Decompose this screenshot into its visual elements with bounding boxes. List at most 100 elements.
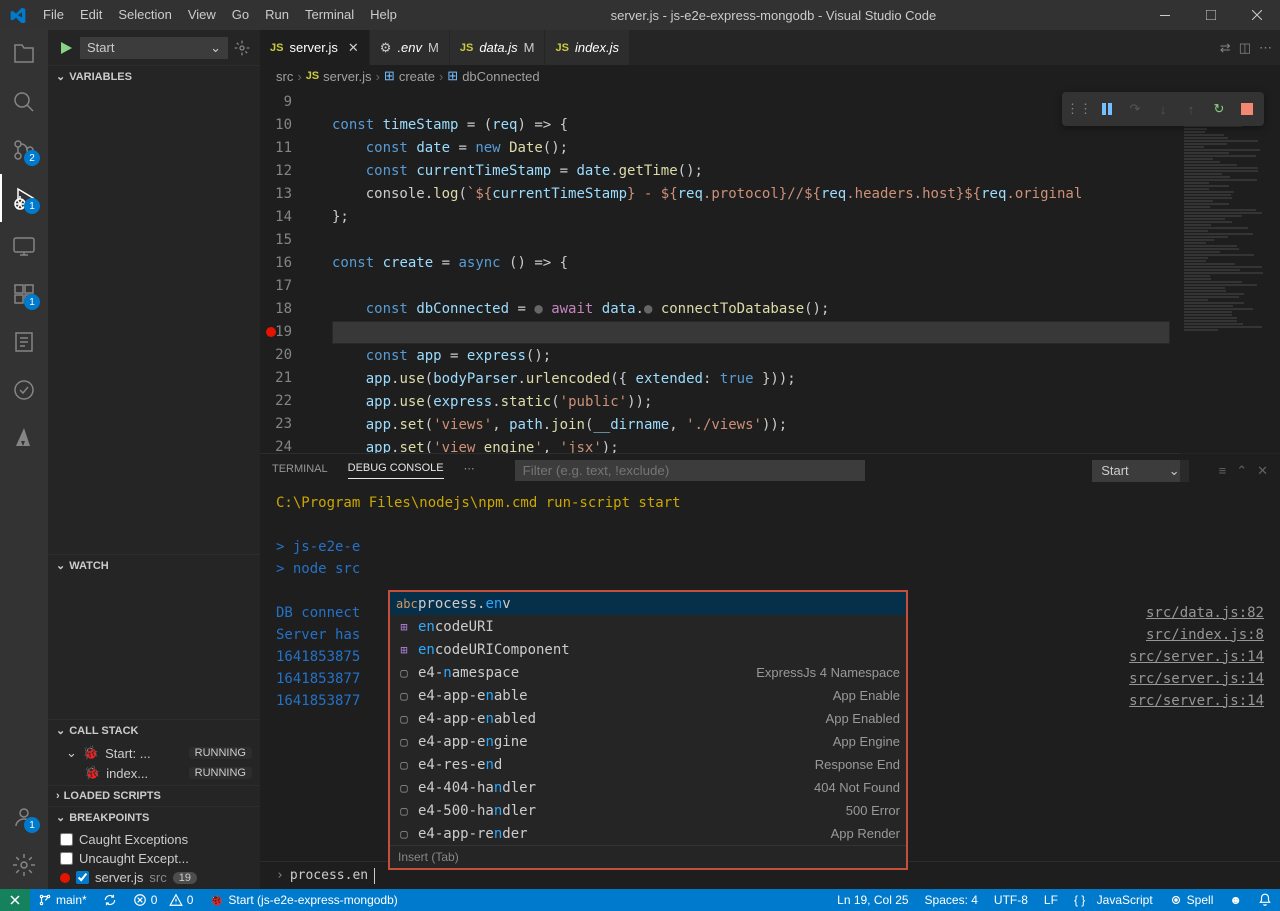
breakpoint-uncaught-exceptions[interactable]: Uncaught Except... <box>48 849 260 868</box>
feedback-icon[interactable]: ☻ <box>1221 889 1250 911</box>
debug-session-select[interactable]: Start⌄ <box>1092 460 1188 482</box>
menu-file[interactable]: File <box>35 0 72 30</box>
activity-debug[interactable]: 1 <box>0 174 48 222</box>
tab-env[interactable]: ⚙.envM <box>370 30 450 65</box>
activity-scm[interactable]: 2 <box>0 126 48 174</box>
activity-azure[interactable] <box>0 414 48 462</box>
breakpoints-header[interactable]: ⌄BREAKPOINTS <box>48 807 260 828</box>
eol[interactable]: LF <box>1036 889 1066 911</box>
notifications-icon[interactable] <box>1250 889 1280 911</box>
activity-explorer[interactable] <box>0 30 48 78</box>
tab-index-js[interactable]: JSindex.js <box>545 30 630 65</box>
status-badge: RUNNING <box>189 747 252 759</box>
git-branch[interactable]: main* <box>30 889 95 911</box>
callstack-session[interactable]: ⌄🐞Start: ...RUNNING <box>48 743 260 763</box>
menu-edit[interactable]: Edit <box>72 0 110 30</box>
bp-checkbox[interactable] <box>60 833 73 846</box>
tab-data-js[interactable]: JSdata.jsM <box>450 30 546 65</box>
minimap[interactable] <box>1180 87 1280 507</box>
pause-button[interactable] <box>1094 96 1120 122</box>
chevron-down-icon: ⌄ <box>66 745 77 761</box>
close-button[interactable] <box>1234 0 1280 30</box>
config-gear-icon[interactable] <box>234 40 250 56</box>
activity-extensions[interactable]: 1 <box>0 270 48 318</box>
indentation[interactable]: Spaces: 4 <box>917 889 986 911</box>
problems[interactable]: 0 0 <box>125 889 202 911</box>
debug-sidebar: Start⌄ ⌄VARIABLES ⌄WATCH ⌄CALL STACK ⌄🐞S… <box>48 30 260 889</box>
spell[interactable]: Spell <box>1161 889 1222 911</box>
autocomplete-item[interactable]: ▢e4-app-renderApp Render <box>390 822 906 845</box>
menu-selection[interactable]: Selection <box>110 0 179 30</box>
start-debug-button[interactable] <box>58 40 74 56</box>
callstack-session[interactable]: 🐞index...RUNNING <box>48 763 260 783</box>
split-icon[interactable]: ◫ <box>1239 40 1251 56</box>
panel-tabs: TERMINAL DEBUG CONSOLE ⋯ Start⌄ ≡ ⌃ ✕ <box>260 453 1280 488</box>
menu-run[interactable]: Run <box>257 0 297 30</box>
autocomplete-item[interactable]: ▢e4-namespaceExpressJs 4 Namespace <box>390 661 906 684</box>
stop-button[interactable] <box>1234 96 1260 122</box>
compare-icon[interactable]: ⇄ <box>1220 40 1231 56</box>
bp-checkbox[interactable] <box>60 852 73 865</box>
autocomplete-item[interactable]: ⊞encodeURI <box>390 615 906 638</box>
statusbar: main* 0 0 🐞Start (js-e2e-express-mongodb… <box>0 889 1280 911</box>
breadcrumbs[interactable]: src› JSserver.js› ⊞create› ⊞dbConnected <box>260 65 1280 87</box>
autocomplete-item[interactable]: ▢e4-app-enableApp Enable <box>390 684 906 707</box>
activity-settings[interactable] <box>0 841 48 889</box>
variables-header[interactable]: ⌄VARIABLES <box>48 66 260 87</box>
panel-more-icon[interactable]: ⋯ <box>464 462 475 479</box>
menu-terminal[interactable]: Terminal <box>297 0 362 30</box>
account-badge: 1 <box>24 817 40 833</box>
tab-server-js[interactable]: JSserver.js✕ <box>260 30 370 65</box>
source-link[interactable]: src/server.js:14 <box>1129 646 1264 668</box>
remote-indicator[interactable] <box>0 889 30 911</box>
menu-go[interactable]: Go <box>224 0 257 30</box>
activity-references[interactable] <box>0 318 48 366</box>
menu-help[interactable]: Help <box>362 0 405 30</box>
source-link[interactable]: src/server.js:14 <box>1129 690 1264 712</box>
cursor-position[interactable]: Ln 19, Col 25 <box>829 889 916 911</box>
autocomplete-item[interactable]: ▢e4-500-handler500 Error <box>390 799 906 822</box>
close-icon[interactable]: ✕ <box>348 40 359 56</box>
language-mode[interactable]: { } JavaScript <box>1066 889 1161 911</box>
step-out-button[interactable]: ↑ <box>1178 96 1204 122</box>
autocomplete-item[interactable]: ⊞encodeURIComponent <box>390 638 906 661</box>
debug-filter-input[interactable] <box>515 460 865 481</box>
watch-header[interactable]: ⌄WATCH <box>48 555 260 576</box>
autocomplete-item[interactable]: ▢e4-404-handler404 Not Found <box>390 776 906 799</box>
debug-toolbar: ⋮⋮ ↷ ↓ ↑ ↻ <box>1062 92 1264 126</box>
step-into-button[interactable]: ↓ <box>1150 96 1176 122</box>
git-sync[interactable] <box>95 889 125 911</box>
source-link[interactable]: src/data.js:82 <box>1146 602 1264 624</box>
activity-search[interactable] <box>0 78 48 126</box>
panel-tab-debug-console[interactable]: DEBUG CONSOLE <box>348 462 444 479</box>
code-editor[interactable]: 91011121314151617181920212223242526 cons… <box>260 87 1280 453</box>
maximize-button[interactable] <box>1188 0 1234 30</box>
panel-tab-terminal[interactable]: TERMINAL <box>272 463 328 479</box>
restart-button[interactable]: ↻ <box>1206 96 1232 122</box>
encoding[interactable]: UTF-8 <box>986 889 1036 911</box>
autocomplete-item[interactable]: abcprocess.env <box>390 592 906 615</box>
autocomplete-item[interactable]: ▢e4-app-enabledApp Enabled <box>390 707 906 730</box>
activity-test[interactable] <box>0 366 48 414</box>
launch-config-select[interactable]: Start⌄ <box>80 37 228 59</box>
step-over-button[interactable]: ↷ <box>1122 96 1148 122</box>
bp-checkbox[interactable] <box>76 871 89 884</box>
activity-account[interactable]: 1 <box>0 793 48 841</box>
menu-view[interactable]: View <box>180 0 224 30</box>
source-link[interactable]: src/index.js:8 <box>1146 624 1264 646</box>
autocomplete-item[interactable]: ▢e4-app-engineApp Engine <box>390 730 906 753</box>
autocomplete-item[interactable]: ▢e4-res-endResponse End <box>390 753 906 776</box>
breakpoint-caught-exceptions[interactable]: Caught Exceptions <box>48 830 260 849</box>
loaded-scripts-header[interactable]: ›LOADED SCRIPTS <box>48 786 260 806</box>
breakpoint-file[interactable]: server.jssrc19 <box>48 868 260 887</box>
source-link[interactable]: src/server.js:14 <box>1129 668 1264 690</box>
drag-handle-icon[interactable]: ⋮⋮ <box>1066 96 1092 122</box>
modified-indicator: M <box>428 40 439 55</box>
js-icon: JS <box>555 42 568 54</box>
chevron-down-icon: ⌄ <box>56 811 65 824</box>
minimize-button[interactable] <box>1142 0 1188 30</box>
callstack-header[interactable]: ⌄CALL STACK <box>48 720 260 741</box>
debug-status[interactable]: 🐞Start (js-e2e-express-mongodb) <box>201 889 405 911</box>
activity-remote[interactable] <box>0 222 48 270</box>
more-icon[interactable]: ⋯ <box>1259 40 1272 56</box>
